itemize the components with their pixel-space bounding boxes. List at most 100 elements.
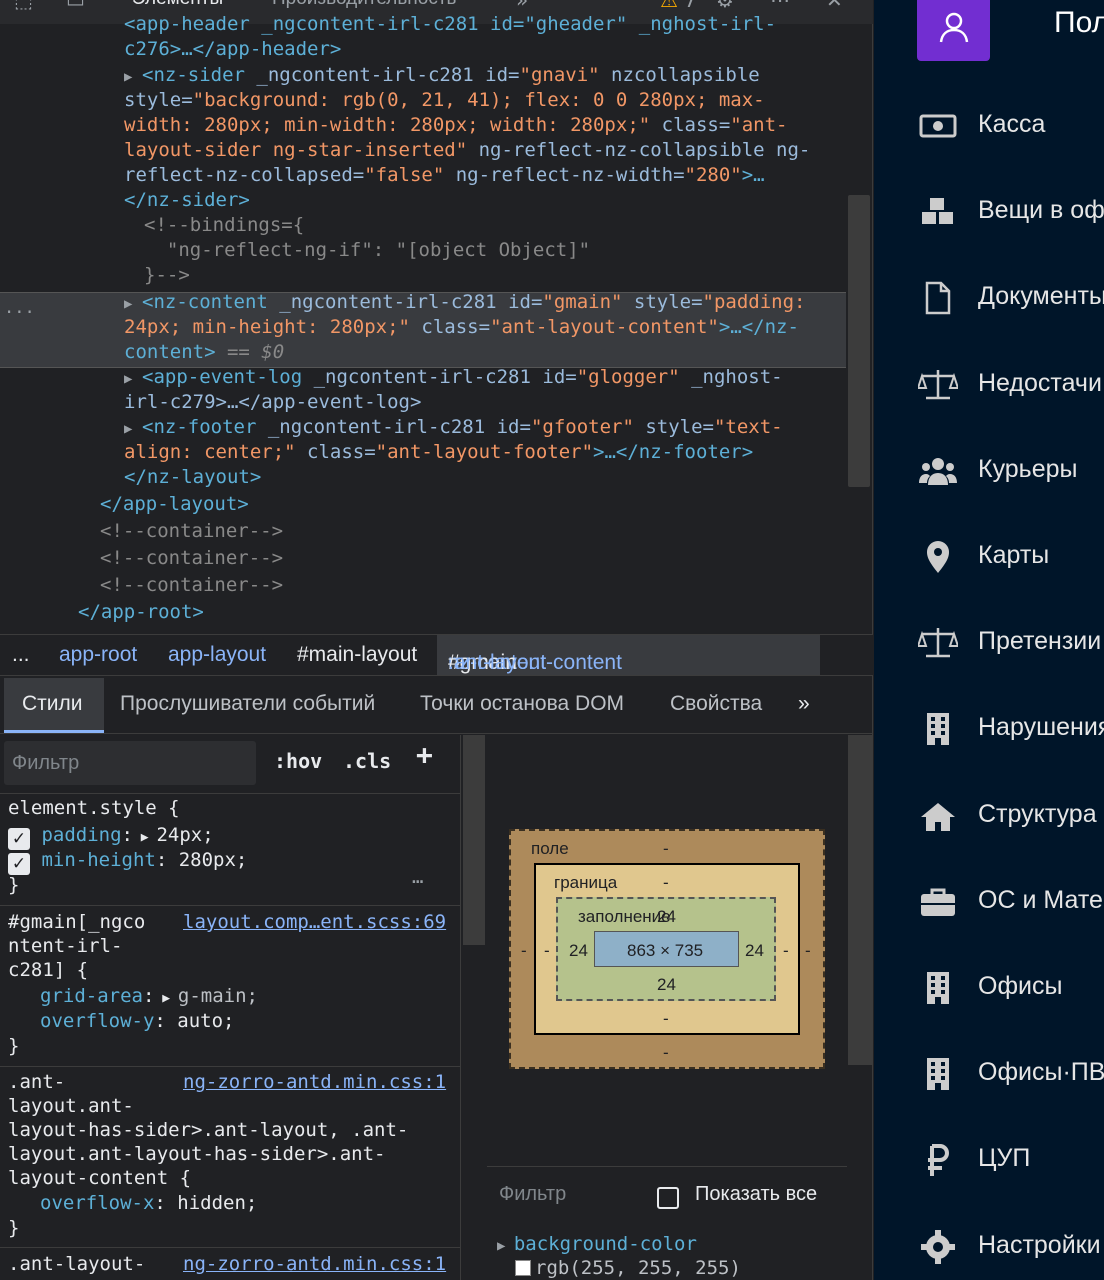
computed-filter-input[interactable]: Фильтр xyxy=(499,1183,566,1206)
breadcrumb-item[interactable]: #main-layout xyxy=(297,643,417,667)
tree-node-nz-sider[interactable]: ▶ <nz-sider _ngcontent-irl-c281 id="gnavi… xyxy=(124,63,760,90)
nav-item[interactable]: Касса xyxy=(874,96,1104,156)
box-model-scrollbar[interactable] xyxy=(848,735,872,1065)
style-declaration[interactable]: ✓ min-height: 280px; xyxy=(8,848,247,875)
nav-item[interactable]: Карты xyxy=(874,527,1104,587)
app-logo[interactable] xyxy=(917,0,990,61)
expand-arrow-icon[interactable]: ▶ xyxy=(124,417,142,442)
scroll-thumb[interactable] xyxy=(463,735,485,945)
tree-line[interactable]: layout-sider ng-star-inserted" ng-reflec… xyxy=(124,138,810,163)
tree-line[interactable]: style="background: rgb(0, 21, 41); flex:… xyxy=(124,88,765,113)
style-declaration[interactable]: ✓ padding: ▶ 24px; xyxy=(8,823,214,850)
tree-node-nz-content[interactable]: ▶ <nz-content _ngcontent-irl-c281 id="gma… xyxy=(124,290,806,317)
more-options-icon[interactable]: ⋯ xyxy=(770,0,790,12)
nav-item[interactable]: Претензии xyxy=(874,613,1104,673)
border-top[interactable]: - xyxy=(663,873,669,893)
tree-line[interactable]: content> == $0 xyxy=(124,340,284,365)
tree-node-nz-footer[interactable]: ▶ <nz-footer _ngcontent-irl-c281 id="gfoo… xyxy=(124,415,783,442)
inspect-element-icon[interactable]: ⬚ xyxy=(14,0,33,12)
show-all-checkbox[interactable] xyxy=(657,1187,679,1209)
settings-gear-icon[interactable]: ⚙ xyxy=(716,0,734,12)
border-right[interactable]: - xyxy=(783,941,789,961)
nav-item[interactable]: Офисы·ПВ xyxy=(874,1044,1104,1104)
tree-comment[interactable]: <!--container--> xyxy=(100,519,283,544)
source-link[interactable]: layout.comp…ent.scss:69 xyxy=(183,910,446,934)
tree-line[interactable]: <app-header _ngcontent-irl-c281 id="ghea… xyxy=(124,12,776,37)
tree-line[interactable]: irl-c279>…</app-event-log> xyxy=(124,390,421,415)
padding-bottom[interactable]: 24 xyxy=(657,975,676,995)
content-size[interactable]: 863 × 735 xyxy=(627,941,703,961)
styles-filter-input[interactable] xyxy=(12,749,242,777)
tree-line[interactable]: reflect-nz-collapsed="false" ng-reflect-… xyxy=(124,163,765,188)
padding-top[interactable]: 24 xyxy=(657,907,676,927)
tree-comment[interactable]: <!--bindings={ xyxy=(144,213,304,238)
tree-comment[interactable]: <!--container--> xyxy=(100,546,283,571)
show-all-label[interactable]: Показать все xyxy=(695,1183,817,1206)
styles-filter[interactable] xyxy=(4,741,256,785)
styles-scrollbar[interactable] xyxy=(460,735,486,1280)
tree-comment[interactable]: "ng-reflect-ng-if": "[object Object]" xyxy=(144,238,590,263)
color-swatch[interactable] xyxy=(515,1260,531,1276)
border-left[interactable]: - xyxy=(544,941,550,961)
margin-left[interactable]: - xyxy=(521,941,527,961)
nav-item[interactable]: Офисы xyxy=(874,958,1104,1018)
tab-elements[interactable]: Элементы xyxy=(132,0,223,10)
nav-item[interactable]: Недостачи xyxy=(874,355,1104,415)
tab-event-listeners[interactable]: Прослушиватели событий xyxy=(120,692,375,716)
new-rule-button[interactable]: + xyxy=(416,741,433,769)
breadcrumb-item[interactable]: app-layout xyxy=(168,643,266,667)
source-link[interactable]: ng-zorro-antd.min.css:1 xyxy=(183,1070,446,1094)
nav-item[interactable]: Настройки xyxy=(874,1217,1104,1277)
expand-arrow-icon[interactable]: ▶ xyxy=(124,292,142,317)
expand-arrow-icon[interactable]: ▶ xyxy=(124,65,142,90)
expand-arrow-icon[interactable]: ▶ xyxy=(133,830,156,845)
expand-arrow-icon[interactable]: ▶ xyxy=(497,1238,514,1254)
tree-comment[interactable]: }--> xyxy=(144,263,190,288)
tree-line[interactable]: </nz-layout> xyxy=(124,465,261,490)
tree-line[interactable]: c276>…</app-header> xyxy=(124,37,341,62)
more-icon[interactable]: … xyxy=(412,865,423,889)
checkbox-checked-icon[interactable]: ✓ xyxy=(8,853,30,875)
elements-scrollbar[interactable] xyxy=(848,195,870,487)
hov-button[interactable]: :hov xyxy=(274,749,322,773)
padding-right[interactable]: 24 xyxy=(745,941,764,961)
computed-property[interactable]: ▶ background-color xyxy=(497,1233,697,1255)
expand-arrow-icon[interactable]: ▶ xyxy=(154,991,177,1006)
tab-properties[interactable]: Свойства xyxy=(670,692,762,716)
device-toolbar-icon[interactable]: ▭ xyxy=(66,0,85,12)
tree-line[interactable]: </app-root> xyxy=(78,600,204,625)
nav-item[interactable]: Вещи в оф xyxy=(874,182,1104,242)
nav-item[interactable]: ОС и Мате xyxy=(874,872,1104,932)
margin-right[interactable]: - xyxy=(805,941,811,961)
nav-item[interactable]: ЦУП xyxy=(874,1130,1104,1190)
node-dots[interactable]: ... xyxy=(4,296,35,321)
nav-item[interactable]: Структура xyxy=(874,786,1104,846)
checkbox-checked-icon[interactable]: ✓ xyxy=(8,828,30,850)
tab-dom-breakpoints[interactable]: Точки останова DOM xyxy=(420,692,624,716)
close-icon[interactable]: ✕ xyxy=(826,0,843,12)
margin-top[interactable]: - xyxy=(663,839,669,859)
breadcrumb-ellipsis[interactable]: ... xyxy=(12,643,30,667)
style-declaration[interactable]: overflow-x: hidden; xyxy=(40,1191,257,1215)
tree-line[interactable]: width: 280px; min-width: 280px; width: 2… xyxy=(124,113,787,138)
more-subtabs-icon[interactable]: » xyxy=(798,692,810,716)
warning-icon[interactable]: ⚠ xyxy=(660,0,678,12)
tab-styles[interactable]: Стили xyxy=(22,692,83,716)
style-declaration[interactable]: grid-area: ▶ g-main; xyxy=(40,984,258,1011)
tab-performance[interactable]: Производительность xyxy=(272,0,456,10)
tree-line[interactable]: 24px; min-height: 280px;" class="ant-lay… xyxy=(124,315,799,340)
nav-item[interactable]: Курьеры xyxy=(874,441,1104,501)
nav-item[interactable]: Документы xyxy=(874,268,1104,328)
source-link[interactable]: ng-zorro-antd.min.css:1 xyxy=(183,1252,446,1276)
cls-button[interactable]: .cls xyxy=(343,749,391,773)
tree-line[interactable]: </app-layout> xyxy=(100,492,249,517)
more-tabs-icon[interactable]: » xyxy=(516,0,528,12)
tree-comment[interactable]: <!--container--> xyxy=(100,573,283,598)
tree-line[interactable]: align: center;" class="ant-layout-footer… xyxy=(124,440,753,465)
breadcrumb-item[interactable]: app-root xyxy=(59,643,137,667)
tree-line[interactable]: </nz-sider> xyxy=(124,188,250,213)
margin-bottom[interactable]: - xyxy=(663,1043,669,1063)
padding-left[interactable]: 24 xyxy=(569,941,588,961)
tree-node-app-event-log[interactable]: ▶ <app-event-log _ngcontent-irl-c281 id="… xyxy=(124,365,783,392)
nav-item[interactable]: Нарушения xyxy=(874,699,1104,759)
